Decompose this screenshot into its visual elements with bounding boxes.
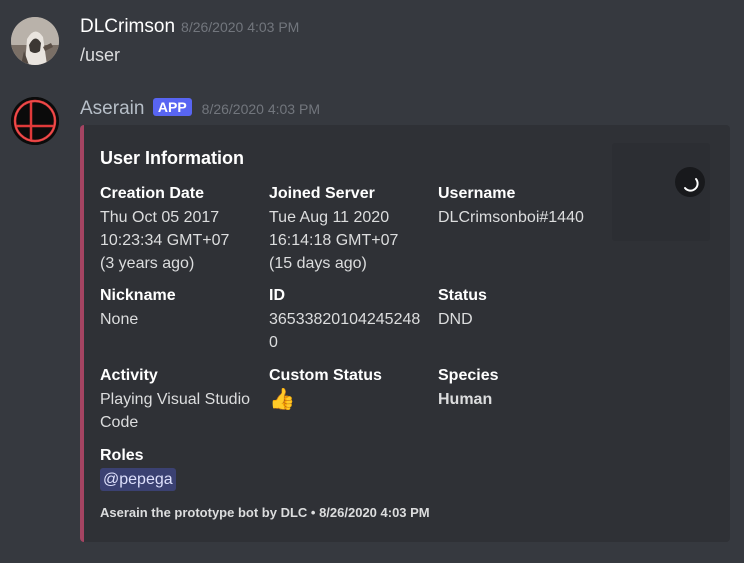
field-id: ID 36533820104245248 0 — [269, 286, 434, 354]
field-value: Playing Visual Studio Code — [100, 388, 265, 434]
loading-spinner-icon — [675, 167, 705, 197]
message-dlcrimson: DLCrimson 8/26/2020 4:03 PM /user — [0, 0, 744, 80]
field-value: 36533820104245248 0 — [269, 308, 434, 354]
field-value: None — [100, 308, 265, 331]
field-value-line: (15 days ago) — [269, 255, 367, 272]
field-roles: Roles @pepega — [100, 446, 265, 491]
field-value: Tue Aug 11 2020 16:14:18 GMT+07 (15 days… — [269, 206, 434, 275]
field-value: 👍 — [269, 388, 434, 412]
field-value-line: 16:14:18 GMT+07 — [269, 232, 399, 249]
bot-avatar[interactable] — [11, 97, 59, 145]
field-value-line: Human — [438, 391, 493, 408]
field-value-line: None — [100, 311, 139, 328]
embed-footer: Aserain the prototype bot by DLC • 8/26/… — [100, 505, 430, 520]
hooded-figure-icon — [11, 17, 59, 65]
bot-tag: APP — [152, 98, 192, 116]
field-value-line: 36533820104245248 — [269, 311, 421, 328]
user-avatar[interactable] — [11, 17, 59, 65]
username[interactable]: Aserain — [80, 98, 144, 119]
field-creation-date: Creation Date Thu Oct 05 2017 10:23:34 G… — [100, 184, 265, 275]
role-mention[interactable]: @pepega — [100, 468, 176, 491]
thumbs-up-emoji-icon[interactable]: 👍 — [269, 388, 434, 412]
field-joined-server: Joined Server Tue Aug 11 2020 16:14:18 G… — [269, 184, 434, 275]
field-value-line: 0 — [269, 334, 278, 351]
field-value-line: Playing Visual Studio — [100, 391, 251, 408]
field-custom-status: Custom Status 👍 — [269, 366, 434, 412]
message-header: DLCrimson 8/26/2020 4:03 PM — [80, 16, 299, 38]
field-name: Species — [438, 367, 499, 384]
field-name: Status — [438, 287, 487, 304]
embed-thumbnail[interactable] — [612, 143, 710, 241]
field-value: DND — [438, 308, 603, 331]
field-username: Username DLCrimsonboi#1440 — [438, 184, 608, 229]
field-status: Status DND — [438, 286, 603, 331]
field-value-line: Tue Aug 11 2020 — [269, 209, 390, 226]
message-timestamp: 8/26/2020 4:03 PM — [181, 19, 300, 35]
embed-title: User Information — [100, 148, 245, 168]
username[interactable]: DLCrimson — [80, 16, 175, 37]
message-header: Aserain APP 8/26/2020 4:03 PM — [80, 98, 320, 120]
field-name: Activity — [100, 367, 158, 384]
message-timestamp: 8/26/2020 4:03 PM — [201, 101, 320, 117]
field-value-line: Code — [100, 414, 139, 431]
field-name: Custom Status — [269, 367, 382, 384]
field-name: Username — [438, 185, 516, 202]
field-value: Human — [438, 388, 603, 411]
field-name: Joined Server — [269, 185, 375, 202]
field-value-line: 10:23:34 GMT+07 — [100, 232, 230, 249]
message-content: /user — [80, 45, 121, 65]
field-value-line: DND — [438, 311, 473, 328]
field-value: Thu Oct 05 2017 10:23:34 GMT+07 (3 years… — [100, 206, 265, 275]
field-nickname: Nickname None — [100, 286, 265, 331]
field-value-line: (3 years ago) — [100, 255, 195, 272]
field-name: Nickname — [100, 287, 176, 304]
field-value: DLCrimsonboi#1440 — [438, 206, 608, 229]
smash-ball-icon — [11, 97, 59, 145]
field-value-line: Thu Oct 05 2017 — [100, 209, 220, 226]
field-value-line: DLCrimsonboi#1440 — [438, 209, 584, 226]
field-name: Roles — [100, 447, 144, 464]
field-activity: Activity Playing Visual Studio Code — [100, 366, 265, 434]
embed: User Information Creation Date Thu Oct 0… — [80, 125, 730, 542]
field-name: Creation Date — [100, 185, 205, 202]
field-value: @pepega — [100, 468, 265, 491]
field-name: ID — [269, 287, 285, 304]
field-species: Species Human — [438, 366, 603, 411]
